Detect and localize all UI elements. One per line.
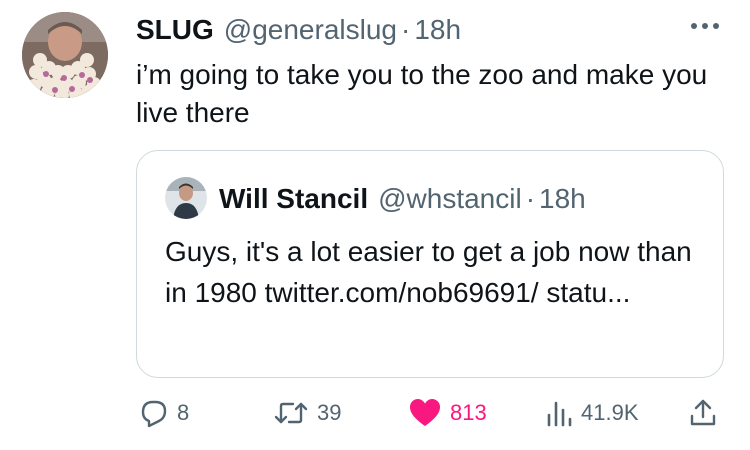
quoted-author-avatar[interactable] (165, 177, 207, 219)
tweet-timestamp[interactable]: 18h (414, 14, 461, 46)
share-upload-icon (690, 399, 716, 426)
like-count: 813 (450, 400, 487, 425)
reply-count: 8 (177, 400, 190, 425)
quoted-tweet-card[interactable]: Will Stancil @whstancil · 18h Guys, it's… (136, 150, 724, 378)
quoted-author-handle[interactable]: @whstancil (378, 183, 522, 215)
quoted-tweet-text: Guys, it's a lot easier to get a job now… (165, 236, 692, 308)
tweet-actions-bar: 8 39 813 41.9K (0, 390, 750, 436)
retweet-button[interactable]: 39 (273, 396, 341, 430)
quoted-author-name[interactable]: Will Stancil (219, 183, 368, 215)
heart-icon (410, 399, 440, 426)
quoted-header-separator: · (525, 183, 536, 214)
tweet-text: i’m going to take you to the zoo and mak… (136, 59, 708, 128)
retweet-icon (274, 402, 308, 424)
author-avatar[interactable] (22, 12, 108, 98)
more-options-button[interactable] (688, 14, 722, 38)
bar-chart-icon (547, 401, 572, 427)
quoted-author-avatar-image (165, 177, 207, 219)
reply-button[interactable]: 8 (137, 396, 189, 430)
like-button[interactable]: 813 (408, 396, 487, 430)
reply-bubble-icon (141, 400, 167, 428)
author-avatar-image (22, 12, 108, 98)
views-count: 41.9K (581, 400, 639, 425)
more-horizontal-icon (691, 23, 719, 29)
author-handle[interactable]: @generalslug (224, 14, 397, 46)
retweet-count: 39 (317, 400, 342, 425)
author-name[interactable]: SLUG (136, 14, 214, 46)
quoted-tweet-header: Will Stancil @whstancil · 18h (219, 179, 586, 219)
header-separator: · (400, 14, 411, 45)
tweet-header: SLUG @generalslug · 18h (136, 10, 461, 50)
views-button[interactable]: 41.9K (545, 396, 639, 430)
quoted-tweet-timestamp[interactable]: 18h (539, 183, 586, 215)
share-button[interactable] (688, 396, 718, 430)
